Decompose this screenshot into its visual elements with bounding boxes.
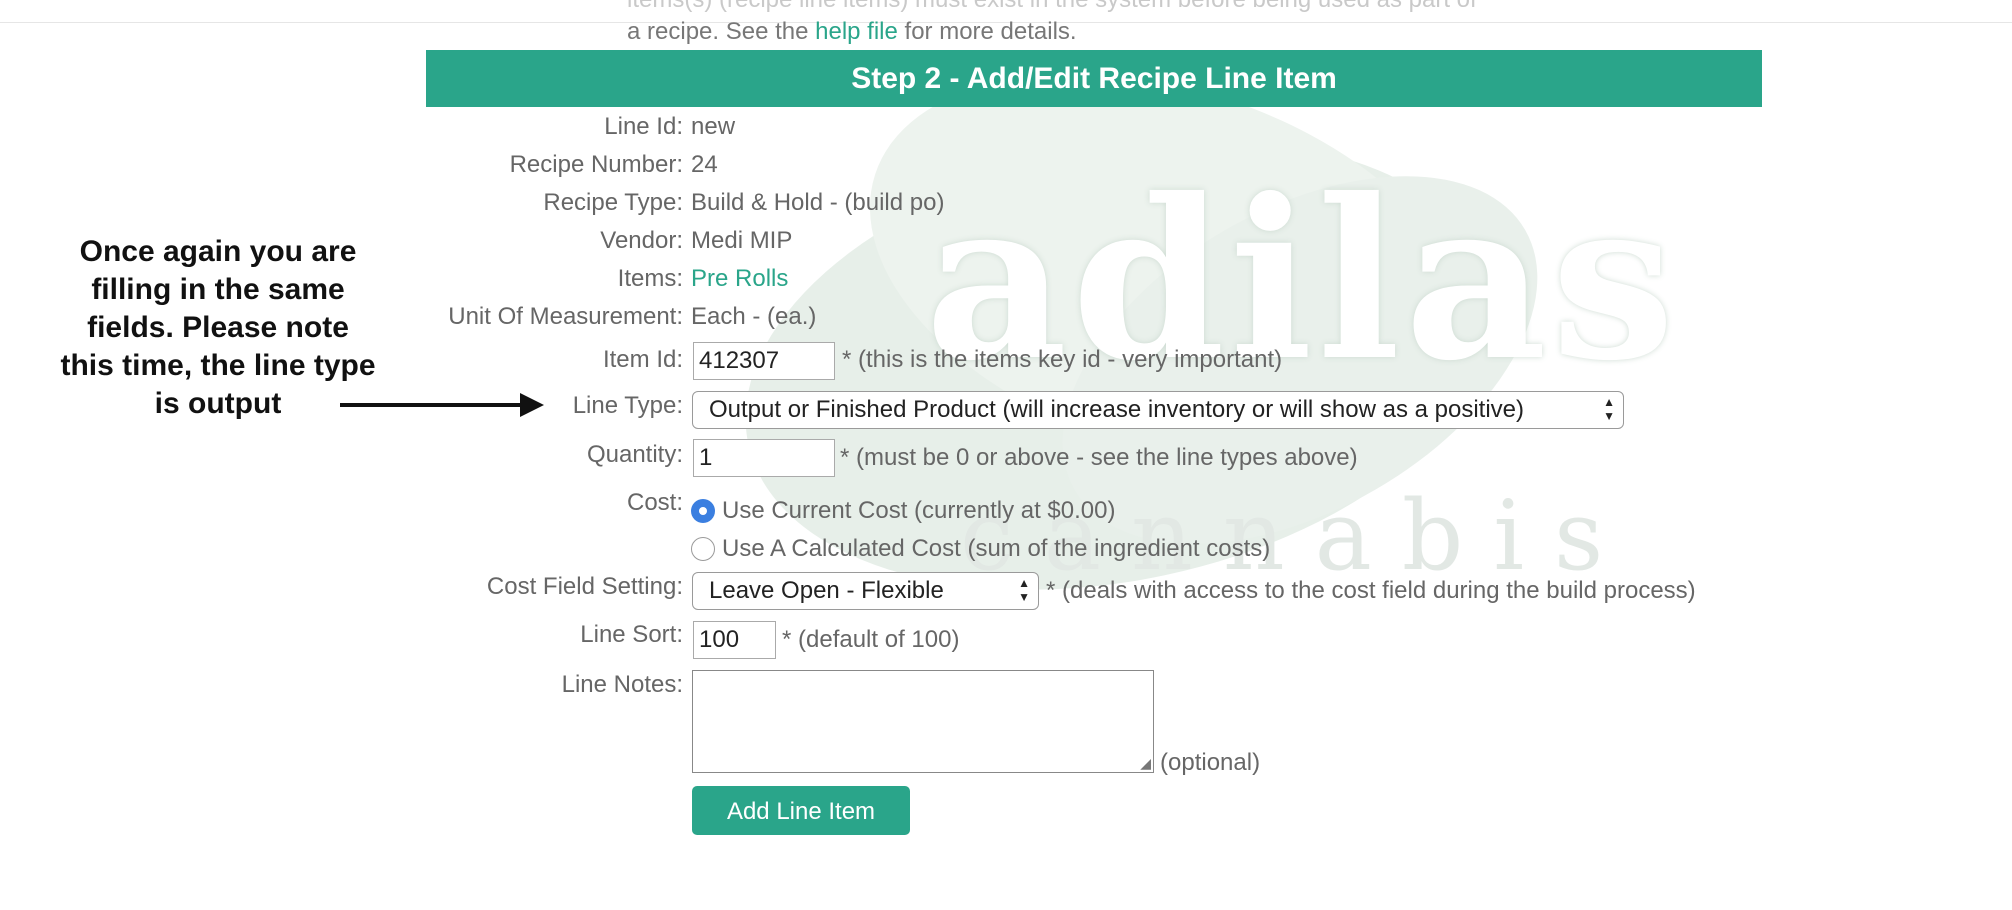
recipe-number-label: Recipe Number: — [509, 151, 683, 178]
select-arrows-icon: ▲ ▼ — [1603, 395, 1615, 423]
line-sort-label: Line Sort: — [580, 621, 683, 648]
vendor-label: Vendor: — [600, 227, 683, 254]
quantity-input[interactable]: 1 — [693, 439, 835, 477]
items-link[interactable]: Pre Rolls — [691, 264, 788, 294]
line-sort-note: * (default of 100) — [782, 626, 960, 653]
line-type-label: Line Type: — [572, 392, 683, 419]
select-arrows-icon: ▲ ▼ — [1018, 576, 1030, 604]
instructions-line-2: a recipe. See the help file for more det… — [627, 18, 1077, 45]
item-id-note: * (this is the items key id - very impor… — [842, 346, 1283, 373]
resize-grip-icon[interactable]: ◢ — [1140, 756, 1151, 770]
quantity-label: Quantity: — [586, 441, 683, 468]
use-calculated-cost-radio[interactable] — [691, 537, 715, 561]
line-type-select[interactable]: Output or Finished Product (will increas… — [692, 391, 1624, 429]
use-current-cost-radio[interactable] — [691, 499, 715, 523]
item-id-label: Item Id: — [602, 346, 683, 373]
use-current-cost-label[interactable]: Use Current Cost (currently at $0.00) — [722, 496, 1115, 526]
uom-label: Unit Of Measurement: — [448, 303, 683, 330]
line-type-selected: Output or Finished Product (will increas… — [709, 396, 1525, 423]
line-id-label: Line Id: — [604, 113, 683, 140]
recipe-number-value: 24 — [691, 151, 718, 178]
uom-value: Each - (ea.) — [691, 303, 817, 330]
quantity-note: * (must be 0 or above - see the line typ… — [840, 444, 1358, 471]
line-notes-note: (optional) — [1160, 749, 1261, 776]
cost-label: Cost: — [626, 489, 683, 516]
line-id-value: new — [691, 113, 736, 140]
instructions-line-1: items(s) (recipe line items) must exist … — [627, 0, 1477, 16]
instructions-text: items(s) (recipe line items) must exist … — [627, 0, 1477, 48]
help-file-link[interactable]: help file — [815, 18, 898, 45]
use-calculated-cost-label[interactable]: Use A Calculated Cost (sum of the ingred… — [722, 534, 1270, 564]
line-sort-input[interactable]: 100 — [693, 621, 776, 659]
recipe-type-label: Recipe Type: — [543, 189, 683, 216]
cost-field-setting-selected: Leave Open - Flexible — [709, 577, 944, 604]
callout-arrow-icon — [520, 393, 544, 417]
cost-field-setting-note: * (deals with access to the cost field d… — [1046, 577, 1696, 604]
vendor-value: Medi MIP — [691, 227, 793, 254]
callout-arrow-line — [340, 403, 530, 407]
cost-field-setting-select[interactable]: Leave Open - Flexible ▲ ▼ — [692, 572, 1039, 610]
cost-field-setting-label: Cost Field Setting: — [486, 573, 683, 600]
line-notes-label: Line Notes: — [561, 671, 683, 698]
items-label: Items: — [617, 265, 683, 292]
recipe-type-value: Build & Hold - (build po) — [691, 189, 945, 216]
item-id-input[interactable]: 412307 — [693, 342, 835, 380]
line-notes-textarea[interactable]: ◢ — [692, 670, 1154, 773]
callout-annotation: Once again you are filling in the same f… — [60, 235, 376, 420]
step-banner: Step 2 - Add/Edit Recipe Line Item — [426, 50, 1762, 107]
add-line-item-button[interactable]: Add Line Item — [692, 786, 910, 835]
